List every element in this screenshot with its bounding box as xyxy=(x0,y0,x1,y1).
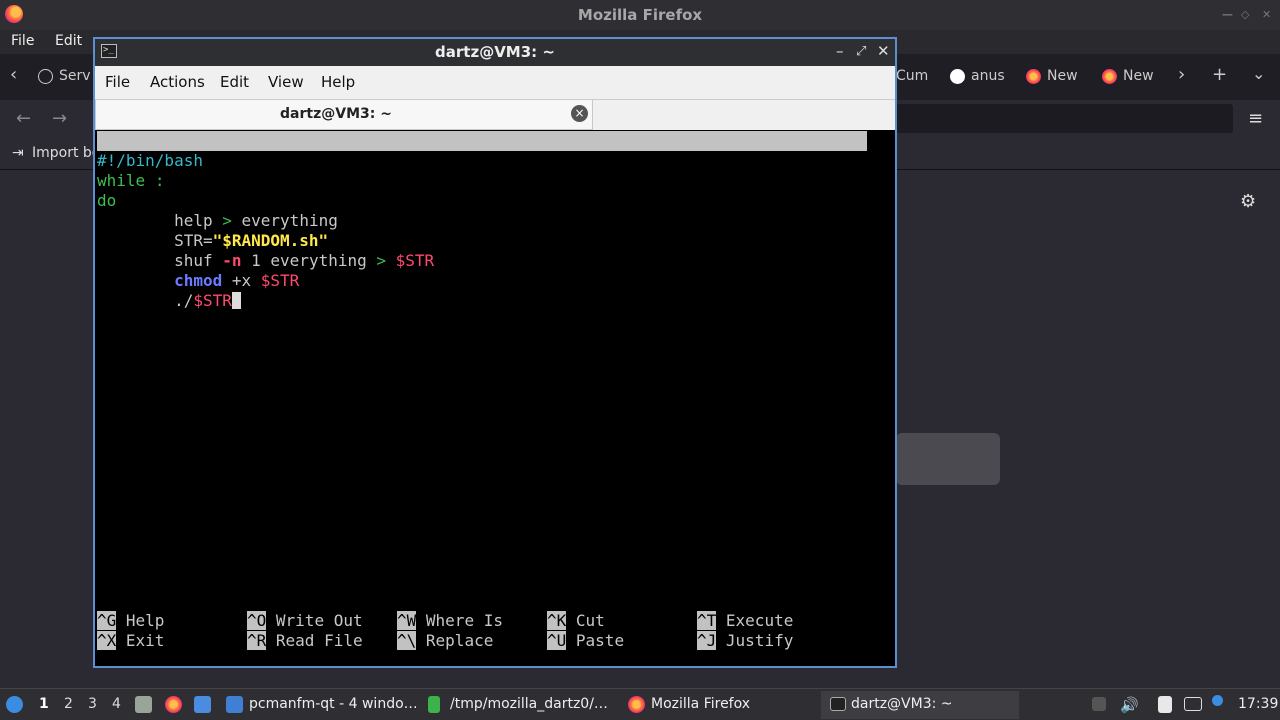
minimize-icon[interactable]: – xyxy=(836,42,844,60)
task-terminal[interactable]: dartz@VM3: ~ xyxy=(851,696,953,712)
shortcut-replace: ^\ Replace xyxy=(397,631,494,650)
import-bookmarks-icon: ⇥ xyxy=(12,145,24,161)
tabs-scroll-right-icon[interactable]: › xyxy=(1178,64,1185,85)
desktop-3[interactable]: 3 xyxy=(88,696,97,712)
desktop-1[interactable]: 1 xyxy=(39,696,49,712)
shortcut-cut: ^K Cut xyxy=(547,611,605,630)
code-line: help > everything xyxy=(174,211,338,230)
tab-cum[interactable]: Cum xyxy=(896,68,928,84)
close-tab-icon[interactable]: × xyxy=(571,105,588,122)
network-icon[interactable] xyxy=(1184,697,1202,711)
task-pcmanfm[interactable]: pcmanfm-qt - 4 windo… xyxy=(249,696,418,712)
archive-icon xyxy=(428,696,440,713)
menu-actions[interactable]: Actions xyxy=(150,73,205,91)
maximize-icon[interactable]: ⤢ xyxy=(856,44,866,59)
notification-icon[interactable] xyxy=(1212,695,1223,706)
nano-editor[interactable]: GNU nano 5.6.1 wtf.sh * #!/bin/bash whil… xyxy=(97,130,895,666)
tab-serv[interactable]: Serv xyxy=(59,68,91,84)
clipboard-icon[interactable] xyxy=(1158,696,1172,713)
tab-anus[interactable]: anus xyxy=(971,68,1005,84)
maximize-icon[interactable]: ◇ xyxy=(1241,8,1249,21)
terminal-window: >_ dartz@VM3: ~ – ⤢ ✕ File Actions Edit … xyxy=(93,37,897,668)
shortcut-write-out: ^O Write Out xyxy=(247,611,363,630)
google-icon xyxy=(950,69,965,84)
terminal-tab-label: dartz@VM3: ~ xyxy=(280,106,392,122)
content-box xyxy=(896,433,1000,485)
firefox-logo-icon xyxy=(5,5,23,23)
desktop-2[interactable]: 2 xyxy=(64,696,73,712)
url-bar[interactable] xyxy=(895,104,1233,133)
tab-new-2[interactable]: New xyxy=(1123,68,1154,84)
taskbar: 1 2 3 4 pcmanfm-qt - 4 windo… /tmp/mozil… xyxy=(0,688,1280,720)
minimize-icon[interactable]: — xyxy=(1222,8,1233,21)
terminal-title: dartz@VM3: ~ xyxy=(435,43,555,61)
menu-edit[interactable]: Edit xyxy=(220,73,249,91)
import-bookmarks-link[interactable]: Import bo xyxy=(32,145,100,161)
firefox-titlebar: Mozilla Firefox — ◇ ✕ xyxy=(0,0,1280,30)
menu-help[interactable]: Help xyxy=(321,73,355,91)
terminal-menubar: File Actions Edit View Help xyxy=(95,66,895,100)
close-icon[interactable]: ✕ xyxy=(1262,8,1271,21)
info-icon xyxy=(38,69,53,84)
forward-icon[interactable]: → xyxy=(52,108,67,129)
code-line: chmod +x $STR xyxy=(174,271,300,290)
code-line: ./$STR xyxy=(97,291,241,311)
file-manager-icon[interactable] xyxy=(135,696,152,713)
firefox-tab-icon xyxy=(1026,69,1041,84)
code-line: STR="$RANDOM.sh" xyxy=(174,231,329,250)
nano-header: GNU nano 5.6.1 wtf.sh * xyxy=(97,131,867,190)
folder-icon xyxy=(226,696,243,713)
menu-edit[interactable]: Edit xyxy=(55,33,82,49)
shortcut-where-is: ^W Where Is xyxy=(397,611,503,630)
terminal-tabbar: dartz@VM3: ~ × xyxy=(95,100,895,130)
tab-new-1[interactable]: New xyxy=(1047,68,1078,84)
text-cursor xyxy=(231,292,241,309)
terminal-tab[interactable]: dartz@VM3: ~ × xyxy=(95,100,593,130)
tabs-scroll-left-icon[interactable]: ‹ xyxy=(10,64,17,85)
desktop-4[interactable]: 4 xyxy=(112,696,121,712)
firefox-tab-icon xyxy=(1102,69,1117,84)
close-icon[interactable]: ✕ xyxy=(877,42,890,60)
shortcut-exit: ^X Exit xyxy=(97,631,165,650)
nano-filename: wtf.sh * xyxy=(487,171,565,190)
code-line: shuf -n 1 everything > $STR xyxy=(174,251,435,270)
shortcut-execute: ^T Execute xyxy=(697,611,794,630)
firefox-window-title: Mozilla Firefox xyxy=(577,6,703,24)
terminal-titlebar: >_ dartz@VM3: ~ – ⤢ ✕ xyxy=(95,39,895,66)
tray-up-icon[interactable] xyxy=(1092,697,1106,711)
app-menu-icon[interactable]: ≡ xyxy=(1248,108,1263,129)
list-tabs-icon[interactable]: ⌄ xyxy=(1252,64,1265,83)
code-line: do xyxy=(97,191,117,210)
shortcut-paste: ^U Paste xyxy=(547,631,625,650)
new-tab-icon[interactable]: + xyxy=(1212,64,1227,85)
clock[interactable]: 17:39 xyxy=(1238,696,1278,712)
volume-icon[interactable]: 🔊 xyxy=(1120,696,1139,714)
code-line: while : xyxy=(97,171,165,190)
menu-file[interactable]: File xyxy=(105,73,130,91)
gear-icon[interactable]: ⚙ xyxy=(1240,191,1256,212)
task-firefox[interactable]: Mozilla Firefox xyxy=(651,696,750,712)
back-icon[interactable]: ← xyxy=(16,108,31,129)
start-menu-icon[interactable] xyxy=(6,696,23,713)
firefox-launcher-icon[interactable] xyxy=(165,696,182,713)
menu-view[interactable]: View xyxy=(268,73,304,91)
firefox-task-icon xyxy=(628,696,645,713)
terminal-task-icon xyxy=(830,697,846,711)
show-desktop-icon[interactable] xyxy=(194,696,211,713)
menu-file[interactable]: File xyxy=(11,33,34,49)
shortcut-justify: ^J Justify xyxy=(697,631,794,650)
task-tmp-mozilla[interactable]: /tmp/mozilla_dartz0/… xyxy=(450,696,608,712)
code-line: #!/bin/bash xyxy=(97,151,203,170)
shortcut-help: ^G Help xyxy=(97,611,165,630)
shortcut-read-file: ^R Read File xyxy=(247,631,363,650)
